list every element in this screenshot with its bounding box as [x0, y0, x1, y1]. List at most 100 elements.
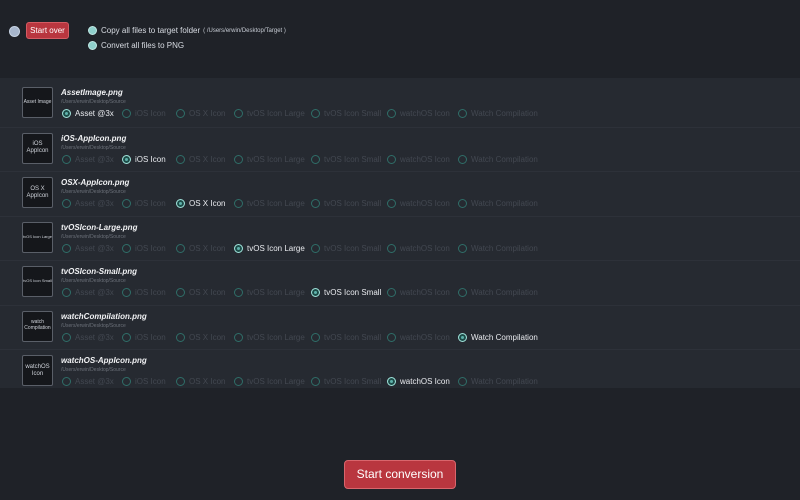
icon-type-option[interactable]: tvOS Icon Large — [234, 199, 305, 208]
global-toggle-radio[interactable] — [9, 26, 20, 37]
radio-circle[interactable] — [62, 288, 71, 297]
icon-type-option[interactable]: watchOS Icon — [387, 154, 450, 164]
icon-type-option[interactable]: OS X Icon — [176, 199, 225, 208]
option-copy-files[interactable]: Copy all files to target folder ( /Users… — [88, 26, 286, 35]
icon-type-option[interactable]: Asset @3x — [62, 377, 114, 386]
radio-circle[interactable] — [122, 154, 131, 164]
icon-type-option[interactable]: iOS Icon — [122, 377, 166, 386]
radio-circle[interactable] — [387, 154, 396, 164]
radio-circle[interactable] — [122, 109, 131, 118]
radio-circle[interactable] — [311, 243, 320, 253]
radio-circle[interactable] — [387, 199, 396, 208]
icon-type-option[interactable]: watchOS Icon — [387, 199, 450, 208]
icon-type-option[interactable]: iOS Icon — [122, 288, 166, 297]
radio-circle[interactable] — [458, 154, 467, 164]
radio-circle[interactable] — [176, 109, 185, 118]
icon-type-option[interactable]: tvOS Icon Small — [311, 288, 381, 297]
radio-circle[interactable] — [311, 377, 320, 386]
icon-type-option[interactable]: Watch Compilation — [458, 109, 538, 118]
icon-type-option[interactable]: Asset @3x — [62, 332, 114, 342]
radio-circle[interactable] — [62, 154, 71, 164]
icon-type-option[interactable]: Watch Compilation — [458, 377, 538, 386]
radio-circle[interactable] — [387, 288, 396, 297]
radio-circle[interactable] — [62, 199, 71, 208]
radio-circle[interactable] — [176, 377, 185, 386]
radio-circle[interactable] — [176, 154, 185, 164]
icon-type-option[interactable]: tvOS Icon Large — [234, 154, 305, 164]
radio-circle[interactable] — [234, 377, 243, 386]
radio-circle[interactable] — [176, 288, 185, 297]
start-over-button[interactable]: Start over — [26, 22, 69, 39]
icon-type-option[interactable]: iOS Icon — [122, 243, 166, 253]
icon-type-option[interactable]: iOS Icon — [122, 332, 166, 342]
radio-circle[interactable] — [62, 243, 71, 253]
radio-circle[interactable] — [311, 288, 320, 297]
radio-circle[interactable] — [311, 109, 320, 118]
radio-circle[interactable] — [122, 199, 131, 208]
radio-circle[interactable] — [234, 332, 243, 342]
icon-type-option[interactable]: Asset @3x — [62, 199, 114, 208]
icon-type-option[interactable]: watchOS Icon — [387, 109, 450, 118]
icon-type-option[interactable]: watchOS Icon — [387, 332, 450, 342]
radio-circle[interactable] — [458, 243, 467, 253]
icon-type-option[interactable]: OS X Icon — [176, 243, 225, 253]
icon-type-option[interactable]: tvOS Icon Large — [234, 377, 305, 386]
icon-type-option[interactable]: watchOS Icon — [387, 288, 450, 297]
icon-type-option[interactable]: tvOS Icon Small — [311, 377, 381, 386]
option-convert-png[interactable]: Convert all files to PNG — [88, 41, 184, 50]
radio-circle[interactable] — [234, 288, 243, 297]
icon-type-option[interactable]: Asset @3x — [62, 288, 114, 297]
radio-circle[interactable] — [387, 377, 396, 386]
start-conversion-button[interactable]: Start conversion — [344, 460, 456, 489]
icon-type-option[interactable]: OS X Icon — [176, 288, 225, 297]
icon-type-option[interactable]: OS X Icon — [176, 154, 225, 164]
radio-circle[interactable] — [387, 332, 396, 342]
icon-type-option[interactable]: watchOS Icon — [387, 243, 450, 253]
radio-circle[interactable] — [62, 377, 71, 386]
icon-type-option[interactable]: tvOS Icon Small — [311, 109, 381, 118]
icon-type-option[interactable]: tvOS Icon Large — [234, 332, 305, 342]
radio-circle[interactable] — [176, 332, 185, 342]
radio-circle[interactable] — [458, 199, 467, 208]
icon-type-option[interactable]: watchOS Icon — [387, 377, 450, 386]
icon-type-option[interactable]: tvOS Icon Small — [311, 199, 381, 208]
icon-type-option[interactable]: tvOS Icon Large — [234, 243, 305, 253]
radio-circle[interactable] — [122, 288, 131, 297]
icon-type-option[interactable]: tvOS Icon Small — [311, 243, 381, 253]
icon-type-option[interactable]: Watch Compilation — [458, 288, 538, 297]
icon-type-option[interactable]: OS X Icon — [176, 377, 225, 386]
radio-circle[interactable] — [311, 154, 320, 164]
icon-type-option[interactable]: iOS Icon — [122, 199, 166, 208]
icon-type-option[interactable]: tvOS Icon Small — [311, 154, 381, 164]
icon-type-option[interactable]: OS X Icon — [176, 109, 225, 118]
icon-type-option[interactable]: tvOS Icon Large — [234, 288, 305, 297]
radio-circle[interactable] — [62, 109, 71, 118]
icon-type-option[interactable]: iOS Icon — [122, 154, 166, 164]
icon-type-option[interactable]: Asset @3x — [62, 109, 114, 118]
radio-circle[interactable] — [122, 332, 131, 342]
option-copy-radio[interactable] — [88, 26, 97, 35]
radio-circle[interactable] — [176, 199, 185, 208]
icon-type-option[interactable]: Asset @3x — [62, 154, 114, 164]
radio-circle[interactable] — [234, 243, 243, 253]
radio-circle[interactable] — [62, 332, 71, 342]
radio-circle[interactable] — [122, 243, 131, 253]
radio-circle[interactable] — [387, 243, 396, 253]
icon-type-option[interactable]: Watch Compilation — [458, 154, 538, 164]
radio-circle[interactable] — [458, 109, 467, 118]
icon-type-option[interactable]: Asset @3x — [62, 243, 114, 253]
radio-circle[interactable] — [311, 199, 320, 208]
radio-circle[interactable] — [311, 332, 320, 342]
radio-circle[interactable] — [234, 109, 243, 118]
option-convert-radio[interactable] — [88, 41, 97, 50]
radio-circle[interactable] — [458, 332, 467, 342]
radio-circle[interactable] — [458, 377, 467, 386]
icon-type-option[interactable]: iOS Icon — [122, 109, 166, 118]
icon-type-option[interactable]: Watch Compilation — [458, 199, 538, 208]
radio-circle[interactable] — [458, 288, 467, 297]
radio-circle[interactable] — [234, 199, 243, 208]
icon-type-option[interactable]: Watch Compilation — [458, 332, 538, 342]
radio-circle[interactable] — [122, 377, 131, 386]
radio-circle[interactable] — [387, 109, 396, 118]
icon-type-option[interactable]: Watch Compilation — [458, 243, 538, 253]
